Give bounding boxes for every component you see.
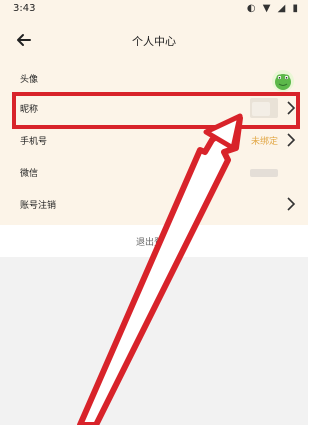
phone-label: 手机号 xyxy=(20,137,48,147)
chevron-right-icon xyxy=(287,133,296,147)
logout-section: 退出登录 xyxy=(0,225,308,257)
header: 3:43 ◐ ▼ ◢ ▮ 个人中心 xyxy=(0,0,308,64)
account-delete-row[interactable]: 账号注销 xyxy=(0,192,308,218)
wechat-label: 微信 xyxy=(20,169,39,179)
wechat-value xyxy=(250,169,278,177)
frog-avatar-icon xyxy=(275,74,291,90)
status-bar: 3:43 ◐ ▼ ◢ ▮ xyxy=(0,0,308,18)
wechat-row[interactable]: 微信 xyxy=(0,160,308,186)
annotation-highlight-box xyxy=(12,92,300,129)
bottom-area xyxy=(0,257,308,425)
avatar[interactable] xyxy=(272,70,294,92)
phone-row[interactable]: 手机号 未绑定 xyxy=(0,128,308,154)
avatar-label: 头像 xyxy=(20,75,39,85)
logout-button[interactable]: 退出登录 xyxy=(0,235,308,248)
status-time: 3:43 xyxy=(13,3,36,14)
phone-value: 未绑定 xyxy=(250,137,278,147)
status-icons: ◐ ▼ ◢ ▮ xyxy=(246,3,300,14)
avatar-row[interactable]: 头像 xyxy=(0,66,308,92)
account-delete-label: 账号注销 xyxy=(20,201,57,211)
page-title: 个人中心 xyxy=(132,35,176,48)
chevron-right-icon xyxy=(287,197,296,211)
profile-list: 头像 昵称 手机号 未绑定 微信 账号注销 xyxy=(0,64,308,225)
